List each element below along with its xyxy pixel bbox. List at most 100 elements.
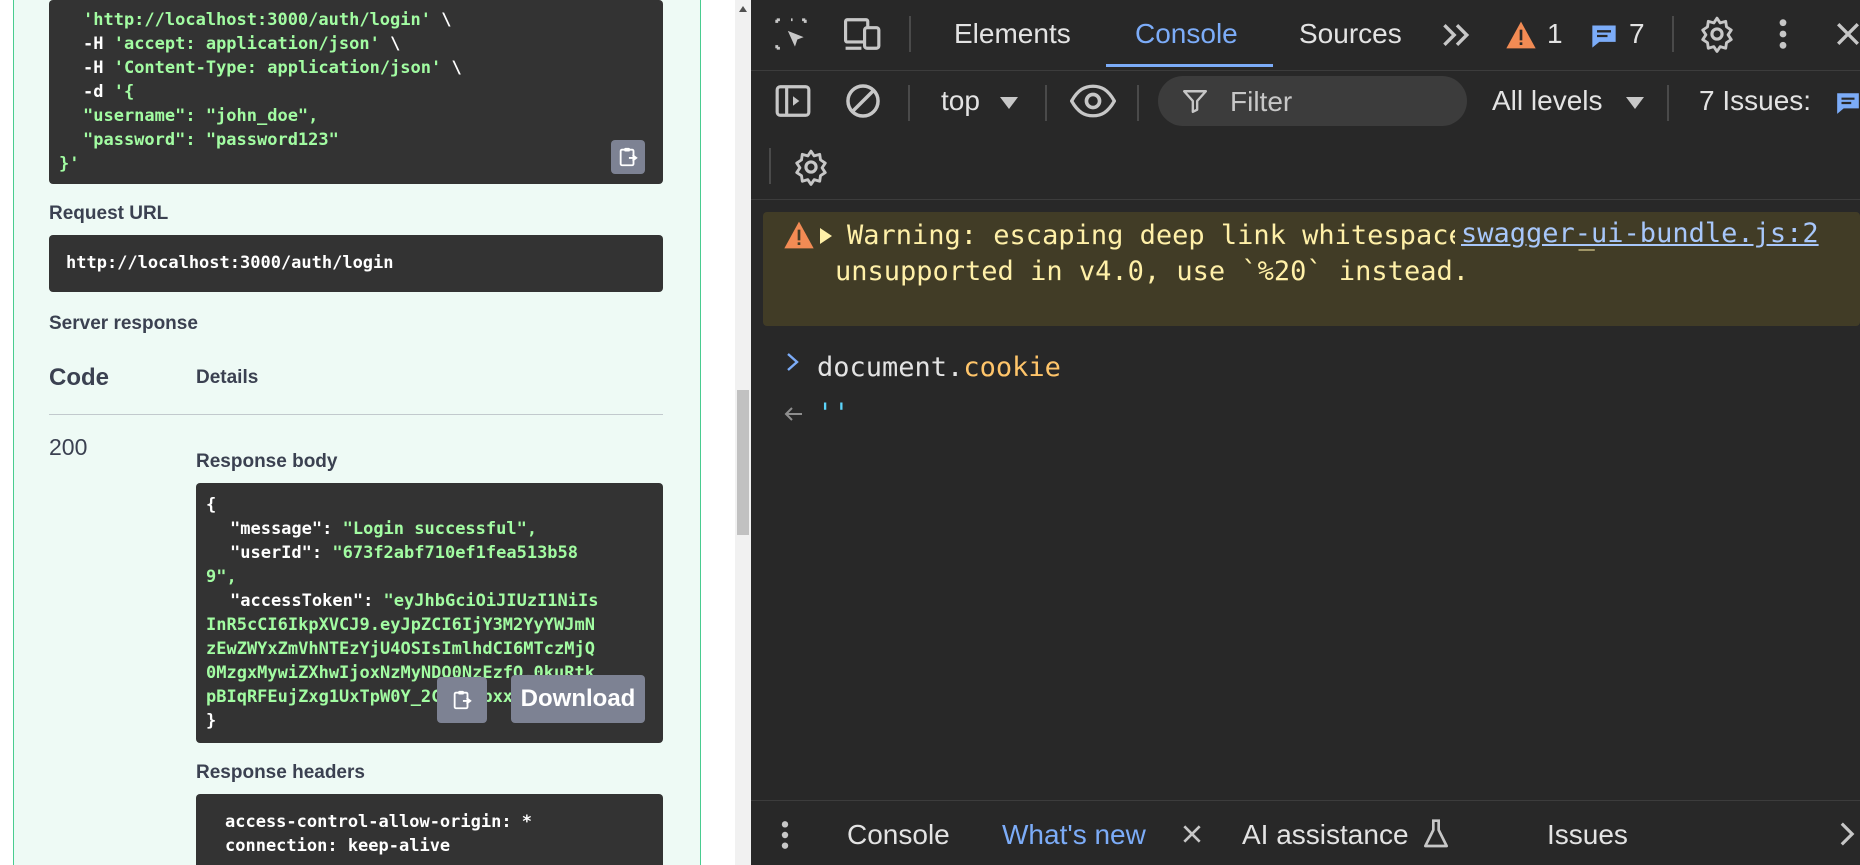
json-open-brace: { — [206, 495, 217, 515]
table-divider — [49, 414, 663, 415]
curl-flag: -H — [83, 58, 114, 78]
curl-command-box: 'http://localhost:3000/auth/login' \ -H … — [49, 0, 663, 184]
request-url-box: http://localhost:3000/auth/login — [49, 235, 663, 292]
json-token-line: "accessToken": "eyJhbGciOiJIUzI1NiIs — [230, 591, 599, 611]
output-return-arrow-icon — [784, 407, 802, 421]
swagger-panel: 'http://localhost:3000/auth/login' \ -H … — [0, 0, 735, 865]
console-settings-bar — [751, 135, 1860, 200]
devtools-panel: Elements Console Sources 1 7 top Filter … — [751, 0, 1860, 865]
expand-triangle-icon[interactable] — [819, 227, 833, 245]
tab-elements[interactable]: Elements — [954, 18, 1071, 50]
json-close-brace: } — [206, 711, 217, 731]
header-line: access-control-allow-origin: * — [225, 812, 533, 832]
json-userid-line: "userId": "673f2abf710ef1fea513b58 — [230, 543, 579, 563]
issues-count-label[interactable]: 7 Issues: — [1699, 85, 1811, 117]
input-object: document — [817, 352, 948, 383]
console-settings-gear-icon[interactable] — [791, 147, 831, 187]
levels-dropdown-icon[interactable] — [1623, 95, 1647, 111]
json-token-wrap: InR5cCI6IkpXVCJ9.eyJpZCI6IjY3M2YyYWJmN — [206, 615, 595, 635]
warning-count[interactable]: 1 — [1547, 18, 1563, 50]
header-line: connection: keep-alive — [225, 836, 451, 856]
curl-continuation: \ — [379, 34, 401, 54]
drawer-tab-ai-assistance[interactable]: AI assistance — [1242, 819, 1409, 851]
clipboard-icon — [453, 690, 472, 710]
more-tabs-chevron-icon[interactable] — [1439, 18, 1475, 52]
more-options-icon[interactable] — [1773, 14, 1793, 54]
curl-line-4: -d '{ — [83, 80, 134, 104]
tab-sources[interactable]: Sources — [1299, 18, 1402, 50]
json-key: "message" — [230, 519, 323, 539]
live-expression-eye-icon[interactable] — [1069, 81, 1117, 121]
close-devtools-icon[interactable] — [1833, 16, 1860, 52]
filter-funnel-icon — [1182, 90, 1208, 114]
drawer-menu-icon[interactable] — [777, 815, 793, 855]
json-userid-wrap: 9", — [206, 567, 237, 587]
code-header: Code — [49, 364, 109, 391]
copy-response-button[interactable] — [437, 677, 487, 723]
toolbar-separator — [1045, 85, 1047, 121]
toolbar-separator — [769, 148, 771, 184]
filter-input[interactable]: Filter — [1158, 76, 1467, 126]
curl-continuation: \ — [441, 58, 462, 78]
clipboard-icon — [619, 147, 638, 167]
log-levels-selector[interactable]: All levels — [1492, 85, 1602, 117]
curl-line-7: }' — [59, 154, 80, 174]
response-body-label: Response body — [196, 451, 338, 472]
drawer-more-chevron-icon[interactable] — [1837, 819, 1857, 849]
copy-curl-button[interactable] — [611, 140, 645, 174]
json-message-line: "message": "Login successful", — [230, 519, 538, 539]
curl-url: 'http://localhost:3000/auth/login' — [83, 10, 431, 30]
toolbar-separator — [909, 16, 911, 52]
inspect-element-icon[interactable] — [771, 14, 811, 54]
settings-gear-icon[interactable] — [1697, 14, 1737, 54]
input-prompt-chevron-icon — [787, 353, 799, 371]
active-tab-indicator — [1106, 64, 1273, 67]
clear-console-icon[interactable] — [843, 81, 883, 121]
toolbar-separator — [1667, 85, 1669, 121]
curl-line-1: 'http://localhost:3000/auth/login' \ — [83, 8, 451, 32]
request-url-label: Request URL — [49, 203, 169, 224]
drawer-tab-issues[interactable]: Issues — [1547, 819, 1628, 851]
devtools-tab-bar: Elements Console Sources 1 7 — [751, 0, 1860, 71]
context-selector[interactable]: top — [941, 85, 980, 117]
curl-line-6: "password": "password123" — [83, 130, 339, 150]
input-property: cookie — [963, 352, 1061, 383]
download-button[interactable]: Download — [511, 675, 645, 723]
curl-flag: -H — [83, 34, 114, 54]
curl-continuation: \ — [431, 10, 452, 30]
context-dropdown-icon[interactable] — [997, 95, 1021, 111]
toolbar-separator — [1672, 16, 1674, 52]
curl-flag: -d — [83, 82, 114, 102]
console-input-line[interactable]: document.cookie — [817, 352, 1061, 383]
filter-placeholder: Filter — [1230, 86, 1293, 117]
json-key: "userId" — [230, 543, 312, 563]
issues-message-icon[interactable] — [1835, 90, 1860, 116]
details-header: Details — [196, 367, 259, 388]
sidebar-toggle-icon[interactable] — [773, 81, 813, 121]
curl-line-2: -H 'accept: application/json' \ — [83, 32, 400, 56]
drawer-tab-whats-new[interactable]: What's new — [1002, 819, 1146, 851]
beaker-icon — [1421, 817, 1451, 851]
curl-header-content-type: 'Content-Type: application/json' — [113, 58, 442, 78]
device-toolbar-icon[interactable] — [841, 14, 885, 54]
json-value: "Login successful", — [342, 519, 538, 539]
warning-triangle-icon[interactable] — [1505, 20, 1537, 50]
toolbar-separator — [1137, 85, 1139, 121]
curl-header-accept: 'accept: application/json' — [113, 34, 380, 54]
warning-source-link[interactable]: swagger-ui-bundle.js:2 — [1455, 218, 1819, 249]
close-tab-icon[interactable] — [1179, 821, 1205, 847]
json-value: "673f2abf710ef1fea513b58 — [332, 543, 579, 563]
drawer-tab-console[interactable]: Console — [847, 819, 950, 851]
response-headers-box: access-control-allow-origin: * connectio… — [196, 794, 663, 865]
request-url: http://localhost:3000/auth/login — [66, 253, 394, 273]
curl-data-open: '{ — [113, 82, 135, 102]
warning-triangle-icon — [784, 221, 814, 249]
server-response-label: Server response — [49, 313, 198, 334]
devtools-drawer-tabs: Console What's new AI assistance Issues — [751, 800, 1860, 865]
scrollbar-thumb[interactable] — [737, 390, 749, 535]
console-output-value[interactable]: '' — [817, 398, 850, 429]
message-count[interactable]: 7 — [1629, 18, 1645, 50]
tab-console[interactable]: Console — [1135, 18, 1238, 50]
message-icon[interactable] — [1589, 22, 1619, 50]
scroll-up-arrow-icon[interactable] — [739, 6, 747, 12]
